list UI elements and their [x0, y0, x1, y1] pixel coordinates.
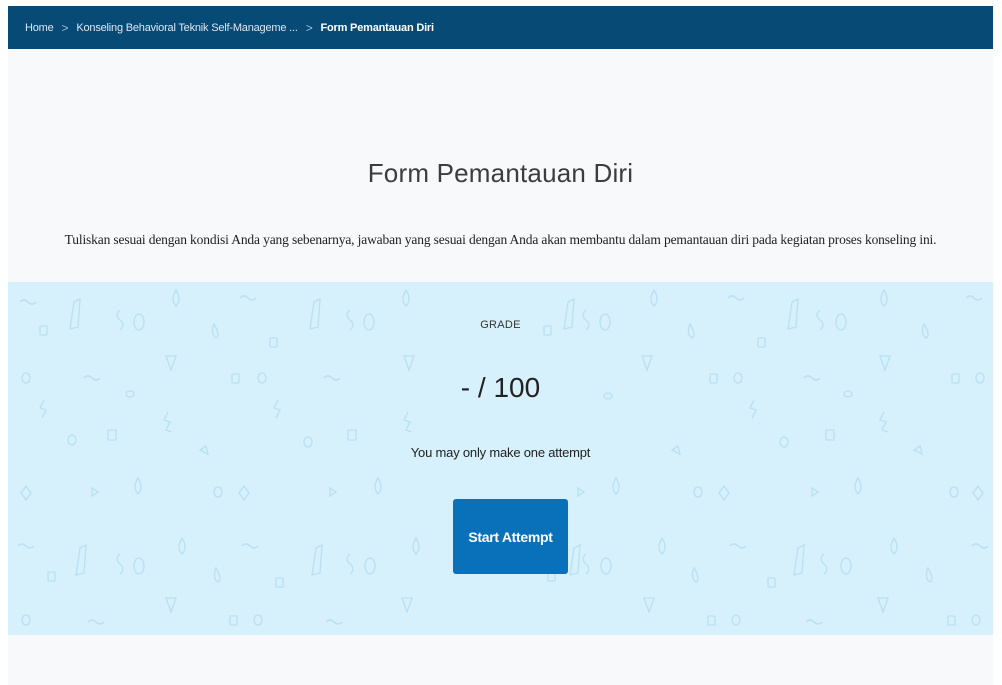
breadcrumb: Home > Konseling Behavioral Teknik Self-… [8, 6, 993, 49]
grade-panel: GRADE - / 100 You may only make one atte… [8, 282, 993, 635]
breadcrumb-home-link[interactable]: Home [25, 22, 54, 34]
page-description: Tuliskan sesuai dengan kondisi Anda yang… [64, 231, 937, 247]
breadcrumb-course-link[interactable]: Konseling Behavioral Teknik Self-Managem… [76, 22, 298, 34]
breadcrumb-separator: > [61, 20, 69, 35]
breadcrumb-current: Form Pemantauan Diri [320, 21, 435, 34]
attempt-note: You may only make one attempt [410, 445, 591, 460]
quiz-content: Home > Konseling Behavioral Teknik Self-… [8, 6, 993, 685]
page-title: Form Pemantauan Diri [367, 158, 634, 189]
grade-value: - / 100 [460, 372, 541, 403]
breadcrumb-separator: > [305, 20, 313, 35]
start-attempt-button[interactable]: Start Attempt [453, 499, 568, 574]
page: Home > Konseling Behavioral Teknik Self-… [0, 0, 1002, 685]
grade-label: GRADE [480, 319, 521, 331]
